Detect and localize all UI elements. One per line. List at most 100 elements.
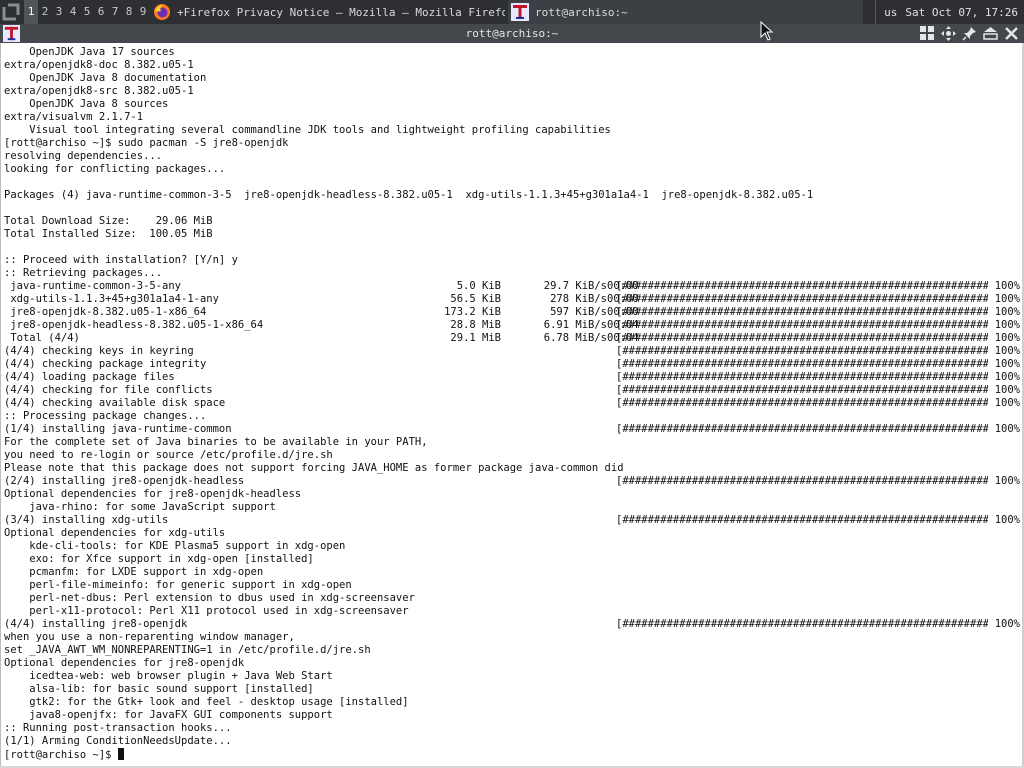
- progress-percent: 100%: [994, 293, 1020, 305]
- progress-percent: 100%: [994, 358, 1020, 370]
- terminal-line: :: Retrieving packages...: [4, 267, 163, 279]
- line-text: Optional dependencies for xdg-utils: [4, 527, 226, 539]
- top-panel: 123456789 +Firefox Privacy Notice — Mozi…: [0, 0, 1024, 24]
- system-tray: us Sat Oct 07, 17:26: [875, 0, 1024, 24]
- package-name: Total (4/4): [4, 332, 80, 344]
- line-text: (4/4) installing jre8-openjdk: [4, 618, 188, 630]
- download-row: jre8-openjdk-8.382.u05-1-x86_64 173.2 KiB…: [4, 306, 1020, 319]
- terminal-line: Total Download Size: 29.06 MiB: [4, 215, 213, 227]
- download-speed: 29.7 KiB/s: [543, 280, 607, 292]
- progress-bar: [#######################################…: [616, 423, 988, 435]
- progress-percent: 100%: [994, 475, 1020, 487]
- workspace-1[interactable]: 1: [24, 0, 38, 24]
- line-text: kde-cli-tools: for KDE Plasma5 support i…: [4, 540, 346, 552]
- download-row: jre8-openjdk-headless-8.382.u05-1-x86_64…: [4, 319, 1020, 332]
- progress-percent: 100%: [994, 397, 1020, 409]
- check-label: (4/4) checking available disk space: [4, 397, 226, 409]
- progress-percent: 100%: [994, 514, 1020, 526]
- clock[interactable]: Sat Oct 07, 17:26: [905, 6, 1024, 19]
- progress-percent: 100%: [994, 345, 1020, 357]
- progress-bar: [#######################################…: [616, 618, 988, 630]
- install-row: (3/4) installing xdg-utils [#############…: [4, 514, 1020, 527]
- close-icon[interactable]: [1003, 25, 1020, 42]
- workspace-9[interactable]: 9: [136, 0, 150, 24]
- taskbar-item-firefox[interactable]: +Firefox Privacy Notice — Mozilla — Mozi…: [150, 0, 505, 24]
- move-icon[interactable]: [940, 25, 957, 42]
- terminal-line: pcmanfm: for LXDE support in xdg-open: [4, 566, 1019, 579]
- check-row: (4/4) checking for file conflicts [######…: [4, 384, 1020, 397]
- workspace-4[interactable]: 4: [66, 0, 80, 24]
- window-controls: [919, 25, 1020, 42]
- download-size: 56.5 KiB: [450, 293, 501, 305]
- terminal-line: :: Processing package changes...: [4, 410, 1019, 423]
- terminal-line: [rott@archiso ~]$ sudo pacman -S jre8-op…: [4, 137, 289, 149]
- terminal-line: resolving dependencies...: [4, 150, 163, 162]
- menu-icon[interactable]: [2, 3, 20, 21]
- workspace-3[interactable]: 3: [52, 0, 66, 24]
- terminal-line: (1/1) Arming ConditionNeedsUpdate...: [4, 735, 1019, 748]
- download-size: 28.8 MiB: [450, 319, 501, 331]
- terminal-line: perl-net-dbus: Perl extension to dbus us…: [4, 592, 1019, 605]
- workspace-switcher: 123456789: [24, 0, 150, 24]
- package-name: jre8-openjdk-8.382.u05-1-x86_64: [4, 306, 207, 318]
- terminal-line: exo: for Xfce support in xdg-open [insta…: [4, 553, 1019, 566]
- download-size: 173.2 KiB: [444, 306, 501, 318]
- tile-icon[interactable]: [919, 25, 936, 42]
- progress-percent: 100%: [994, 618, 1020, 630]
- terminal-line: kde-cli-tools: for KDE Plasma5 support i…: [4, 540, 1019, 553]
- terminal-line: you need to re-login or source /etc/prof…: [4, 449, 1019, 462]
- progress-bar: [#######################################…: [616, 319, 988, 331]
- terminal-line: extra/openjdk8-doc 8.382.u05-1: [4, 59, 194, 71]
- line-text: alsa-lib: for basic sound support [insta…: [4, 683, 314, 695]
- progress-percent: 100%: [994, 423, 1020, 435]
- check-row: (4/4) checking keys in keyring [#########…: [4, 345, 1020, 358]
- line-text: perl-net-dbus: Perl extension to dbus us…: [4, 592, 415, 604]
- progress-bar: [#######################################…: [616, 293, 988, 305]
- terminal-line: Total Installed Size: 100.05 MiB: [4, 228, 213, 240]
- download-row: xdg-utils-1.1.3+45+g301a1a4-1-any 56.5 Ki…: [4, 293, 1020, 306]
- firefox-icon: [153, 3, 171, 21]
- line-text: exo: for Xfce support in xdg-open [insta…: [4, 553, 314, 565]
- line-text: :: Processing package changes...: [4, 410, 207, 422]
- progress-bar: [#######################################…: [616, 358, 988, 370]
- line-text: pcmanfm: for LXDE support in xdg-open: [4, 566, 264, 578]
- mouse-pointer-icon: [760, 21, 774, 41]
- workspace-7[interactable]: 7: [108, 0, 122, 24]
- taskbar-item-label: +Firefox Privacy Notice — Mozilla — Mozi…: [177, 5, 505, 19]
- terminal-line: looking for conflicting packages...: [4, 163, 226, 175]
- terminal-view[interactable]: OpenJDK Java 17 sources extra/openjdk8-do…: [0, 43, 1024, 766]
- line-text: gtk2: for the Gtk+ look and feel - deskt…: [4, 696, 409, 708]
- pin-icon[interactable]: [961, 25, 978, 42]
- workspace-8[interactable]: 8: [122, 0, 136, 24]
- line-text: (3/4) installing xdg-utils: [4, 514, 169, 526]
- line-text: when you use a non-reparenting window ma…: [4, 631, 295, 643]
- taskbar-item-terminal[interactable]: rott@archiso:~: [508, 0, 863, 24]
- check-row: (4/4) loading package files [############…: [4, 371, 1020, 384]
- terminal-line: Packages (4) java-runtime-common-3-5 jre…: [4, 189, 814, 201]
- workspace-2[interactable]: 2: [38, 0, 52, 24]
- line-text: Optional dependencies for jre8-openjdk: [4, 657, 245, 669]
- taskbar-item-label: rott@archiso:~: [535, 5, 628, 19]
- progress-bar: [#######################################…: [616, 306, 988, 318]
- progress-percent: 100%: [994, 280, 1020, 292]
- progress-bar: [#######################################…: [616, 514, 988, 526]
- workspace-5[interactable]: 5: [80, 0, 94, 24]
- maximize-icon[interactable]: [982, 25, 999, 42]
- download-size: 5.0 KiB: [456, 280, 501, 292]
- progress-bar: [#######################################…: [616, 371, 988, 383]
- package-name: xdg-utils-1.1.3+45+g301a1a4-1-any: [4, 293, 219, 305]
- line-text: :: Running post-transaction hooks...: [4, 722, 232, 734]
- progress-bar: [#######################################…: [616, 397, 988, 409]
- terminal-output: OpenJDK Java 17 sources extra/openjdk8-do…: [4, 46, 1020, 761]
- terminal-line: :: Running post-transaction hooks...: [4, 722, 1019, 735]
- window-titlebar[interactable]: rott@archiso:~: [0, 24, 1024, 43]
- workspace-6[interactable]: 6: [94, 0, 108, 24]
- terminal-line: OpenJDK Java 8 documentation: [4, 72, 207, 84]
- download-speed: 278 KiB/s: [550, 293, 607, 305]
- install-row: (1/4) installing java-runtime-common [###…: [4, 423, 1020, 436]
- check-label: (4/4) checking keys in keyring: [4, 345, 194, 357]
- line-text: you need to re-login or source /etc/prof…: [4, 449, 333, 461]
- keyboard-layout-indicator[interactable]: us: [876, 6, 905, 19]
